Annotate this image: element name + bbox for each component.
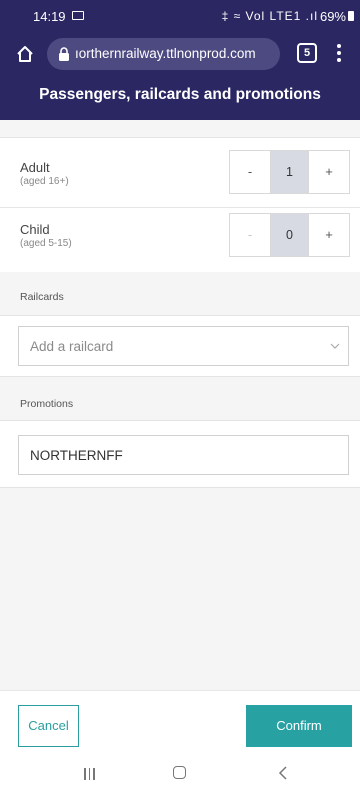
system-nav-bar bbox=[0, 758, 360, 789]
home-button-icon[interactable] bbox=[173, 766, 186, 779]
railcard-placeholder: Add a railcard bbox=[30, 339, 114, 354]
footer-actions: Cancel Confirm bbox=[0, 690, 360, 758]
passenger-age: (aged 16+) bbox=[20, 176, 69, 187]
cancel-button[interactable]: Cancel bbox=[18, 705, 79, 747]
more-menu-icon[interactable] bbox=[334, 42, 344, 64]
adult-decrement-button[interactable]: - bbox=[230, 151, 270, 193]
chevron-down-icon bbox=[330, 343, 340, 349]
promo-code-value: NORTHERNFF bbox=[30, 448, 123, 463]
recent-apps-icon[interactable] bbox=[84, 767, 98, 780]
passenger-row-child: Child (aged 5-15) - 0 + bbox=[0, 208, 360, 278]
battery-icon bbox=[348, 11, 354, 21]
promotions-section-header: Promotions bbox=[0, 377, 360, 421]
header: 14:19 ‡ ≈ Vol LTE1 .ıl 69% ıorthernrailw… bbox=[0, 0, 360, 120]
battery-level: 69% bbox=[319, 9, 346, 24]
status-time: 14:19 bbox=[33, 9, 66, 24]
passenger-row-adult: Adult (aged 16+) - 1 + bbox=[0, 138, 360, 208]
child-decrement-button[interactable]: - bbox=[230, 214, 270, 256]
railcard-select[interactable]: Add a railcard bbox=[18, 326, 349, 366]
back-icon[interactable] bbox=[277, 765, 289, 781]
tabs-count-icon[interactable]: 5 bbox=[297, 43, 317, 63]
promo-code-field[interactable]: NORTHERNFF bbox=[18, 435, 349, 475]
child-increment-button[interactable]: + bbox=[309, 214, 349, 256]
passenger-label: Adult bbox=[20, 160, 50, 175]
railcards-label: Railcards bbox=[20, 291, 64, 303]
railcard-field-wrap: Add a railcard bbox=[0, 316, 360, 377]
top-divider bbox=[0, 120, 360, 138]
child-stepper: - 0 + bbox=[229, 213, 350, 257]
adult-stepper: - 1 + bbox=[229, 150, 350, 194]
url-text: ıorthernrailway.ttlnonprod.com bbox=[75, 46, 256, 61]
home-icon[interactable] bbox=[16, 45, 34, 63]
passenger-age: (aged 5-15) bbox=[20, 238, 72, 249]
passenger-label: Child bbox=[20, 222, 50, 237]
status-bar: 14:19 ‡ ≈ Vol LTE1 .ıl 69% bbox=[0, 0, 360, 32]
lock-icon bbox=[59, 47, 69, 61]
child-count: 0 bbox=[270, 214, 309, 256]
railcards-section-header: Railcards bbox=[0, 272, 360, 316]
confirm-button[interactable]: Confirm bbox=[246, 705, 352, 747]
adult-increment-button[interactable]: + bbox=[309, 151, 349, 193]
status-icons: ‡ ≈ Vol LTE1 .ıl bbox=[221, 9, 318, 23]
browser-toolbar: ıorthernrailway.ttlnonprod.com 5 bbox=[0, 34, 360, 74]
url-bar[interactable]: ıorthernrailway.ttlnonprod.com bbox=[47, 38, 280, 70]
adult-count: 1 bbox=[270, 151, 309, 193]
page-title: Passengers, railcards and promotions bbox=[39, 86, 321, 103]
promo-field-wrap: NORTHERNFF bbox=[0, 425, 360, 488]
gallery-icon bbox=[72, 11, 84, 20]
empty-area bbox=[0, 488, 360, 690]
promotions-label: Promotions bbox=[20, 398, 74, 410]
